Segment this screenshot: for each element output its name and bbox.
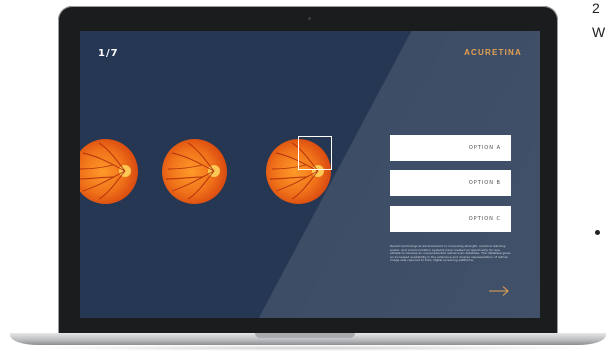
bullet-icon (595, 230, 600, 235)
retina-fundus-icon (165, 142, 220, 200)
arrow-right-icon[interactable] (488, 285, 510, 297)
page: 2 W 1/7 ACURETINA OPTION A OPTION B OPTI… (0, 0, 608, 351)
app-screen: 1/7 ACURETINA OPTION A OPTION B OPTION C… (80, 31, 540, 318)
retina-fundus-icon (80, 142, 131, 200)
option-c-button[interactable]: OPTION C (390, 206, 511, 232)
background-text: 2 (592, 0, 600, 16)
laptop-shadow (20, 345, 600, 351)
description-text: Recent technological advancement in comp… (390, 244, 511, 263)
retina-image-1[interactable] (80, 139, 138, 204)
camera-icon (308, 17, 311, 20)
background-text: W (592, 24, 606, 40)
progress-counter: 1/7 (98, 48, 119, 59)
laptop-notch (255, 333, 355, 338)
retina-image-2[interactable] (162, 139, 227, 204)
option-b-button[interactable]: OPTION B (390, 170, 511, 196)
brand-logo: ACURETINA (464, 48, 522, 57)
option-a-button[interactable]: OPTION A (390, 135, 511, 161)
selection-highlight-box (298, 136, 332, 170)
